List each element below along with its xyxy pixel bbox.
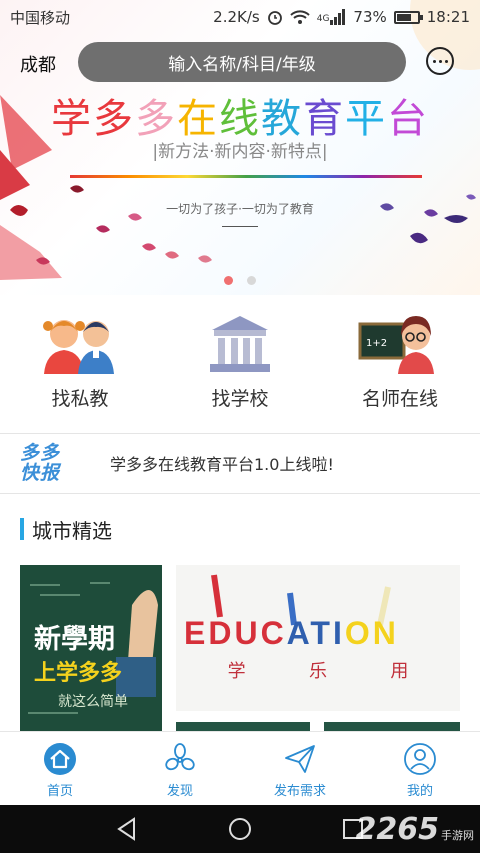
user-icon <box>404 743 436 775</box>
carousel-dot[interactable] <box>247 276 256 285</box>
news-logo-line1: 多多 <box>20 442 61 464</box>
banner-subtitle: |新方法·新内容·新特点| <box>152 142 328 162</box>
education-letter: A <box>286 615 311 651</box>
chat-bubble-icon[interactable] <box>426 47 454 75</box>
home-icon <box>44 743 76 775</box>
news-ticker[interactable]: 多多 快报 学多多在线教育平台1.0上线啦! <box>0 434 480 492</box>
banner-title-char: 台 <box>387 96 429 142</box>
network-type: 4G <box>316 14 330 24</box>
banner-title-char: 育 <box>303 96 345 142</box>
banner-title-char: 多 <box>93 96 135 142</box>
teacher-blackboard-icon: 1+2 <box>358 316 434 374</box>
category-find-school[interactable]: 找学校 <box>160 298 320 432</box>
back-icon[interactable] <box>114 816 140 842</box>
banner-title-char: 线 <box>219 96 261 142</box>
wifi-icon <box>290 10 310 24</box>
category-private-tutor[interactable]: 找私教 <box>0 298 160 432</box>
net-speed: 2.2K/s <box>213 8 260 26</box>
school-building-icon <box>210 316 270 372</box>
students-icon <box>43 320 114 374</box>
card1-title: 新學期 <box>34 624 115 655</box>
education-letter: C <box>260 615 287 651</box>
category-label: 找学校 <box>211 388 269 410</box>
section-accent-bar <box>20 518 24 540</box>
carousel-indicator <box>0 276 480 285</box>
education-letter: N <box>372 615 399 651</box>
battery-percent: 73% <box>353 8 387 26</box>
divider <box>0 493 480 494</box>
home-circle-icon[interactable] <box>227 816 253 842</box>
education-letter: I <box>332 615 345 651</box>
education-subwords: 学乐用 <box>176 657 460 683</box>
education-subword: 学 <box>227 661 246 682</box>
site-watermark: 2265 手游网 <box>356 812 475 847</box>
bottom-nav: 首页 发现 发布需求 我的 <box>0 731 480 805</box>
category-label: 名师在线 <box>361 388 438 410</box>
search-input[interactable]: 输入名称/科目/年级 <box>78 42 406 82</box>
category-row: 找私教 找学校 1+2 名师在线 <box>0 298 480 432</box>
banner-title-char: 平 <box>345 96 387 142</box>
nav-mine[interactable]: 我的 <box>360 732 480 805</box>
section-header: 城市精选 <box>20 516 112 543</box>
education-letter: U <box>234 615 261 651</box>
rainbow-divider <box>70 175 422 178</box>
alarm-icon <box>267 11 282 25</box>
watermark-text: 手游网 <box>441 829 474 842</box>
banner-title-char: 在 <box>177 96 219 142</box>
nav-label: 发现 <box>166 784 193 799</box>
category-famous-teacher[interactable]: 1+2 名师在线 <box>320 298 480 432</box>
nav-home[interactable]: 首页 <box>0 732 120 805</box>
banner-title-char: 教 <box>261 96 303 142</box>
card1-caption: 就这么简单 <box>58 694 128 710</box>
banner-title-char: 学 <box>51 96 93 142</box>
system-nav-bar: 2265 手游网 <box>0 805 480 853</box>
education-subword: 用 <box>390 661 409 682</box>
battery-icon <box>393 10 423 24</box>
featured-card-education[interactable]: EDUCATION 学 乐 用 <box>176 565 460 711</box>
slogan-underline <box>222 226 258 227</box>
city-selector[interactable]: 成都 <box>20 51 56 77</box>
education-word: EDUCATION <box>184 615 399 652</box>
featured-card-new-semester[interactable]: 新學期 上学多多 就这么简单 <box>20 565 162 731</box>
search-placeholder: 输入名称/科目/年级 <box>168 54 316 75</box>
education-letter: D <box>208 615 235 651</box>
card1-subtitle: 上学多多 <box>34 661 123 686</box>
status-indicators: 2.2K/s 4G 73% 18:21 <box>213 8 470 26</box>
carousel-dot[interactable] <box>224 276 233 285</box>
nav-label: 我的 <box>406 784 433 799</box>
nav-label: 首页 <box>46 784 73 799</box>
news-logo-line2: 快报 <box>20 462 61 484</box>
education-letter: T <box>310 615 333 651</box>
discover-icon <box>165 743 195 771</box>
svg-text:1+2: 1+2 <box>366 338 387 349</box>
section-title: 城市精选 <box>32 518 112 543</box>
category-label: 找私教 <box>51 388 109 410</box>
nav-label: 发布需求 <box>273 784 326 799</box>
nav-discover[interactable]: 发现 <box>120 732 240 805</box>
education-letter: E <box>184 615 209 651</box>
nav-publish[interactable]: 发布需求 <box>240 732 360 805</box>
banner-title-char: 多 <box>135 96 177 142</box>
banner-slogan: 一切为了孩子·一切为了教育 <box>166 202 314 216</box>
banner-title: 学多多在线教育平台 <box>0 86 480 144</box>
clock: 18:21 <box>426 8 470 26</box>
education-letter: O <box>344 615 373 651</box>
signal-icon <box>330 9 346 25</box>
carrier-label: 中国移动 <box>10 8 71 27</box>
education-subword: 乐 <box>308 661 327 682</box>
status-bar: 中国移动 2.2K/s 4G 73% 18:21 <box>0 0 480 34</box>
news-logo: 多多 快报 <box>20 443 76 483</box>
send-icon <box>285 745 315 773</box>
news-headline[interactable]: 学多多在线教育平台1.0上线啦! <box>110 451 334 475</box>
watermark-number: 2265 <box>355 812 440 847</box>
